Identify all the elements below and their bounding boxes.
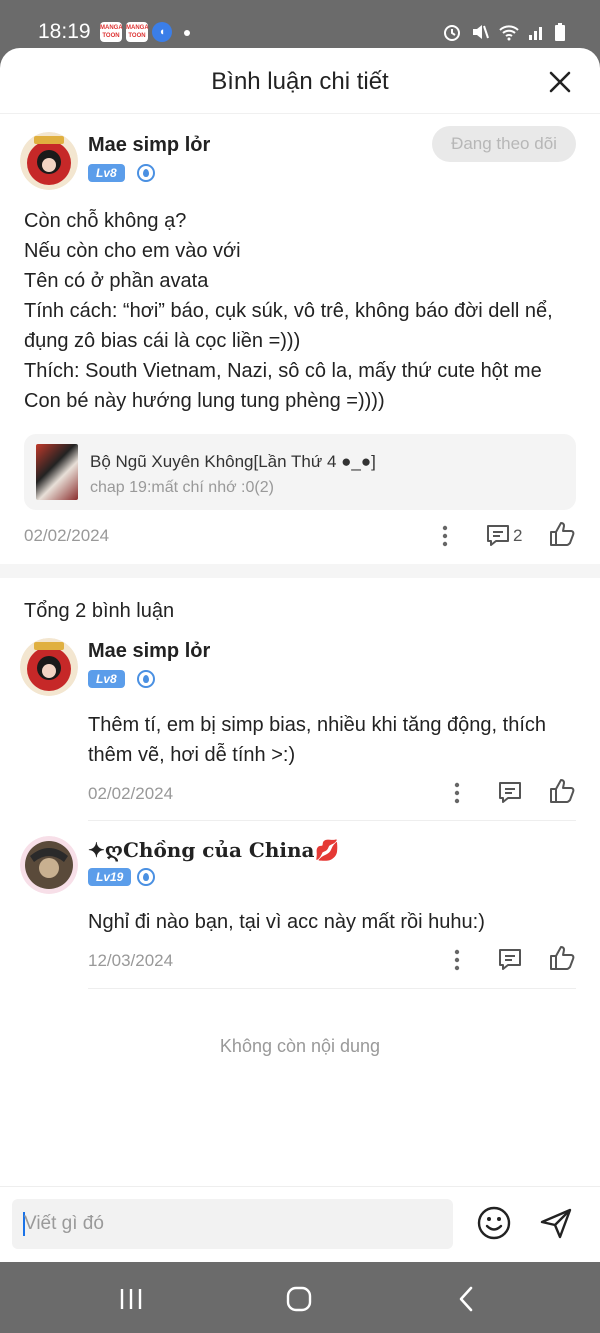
emoji-icon[interactable]: [476, 1205, 512, 1241]
reply-separator: [88, 820, 576, 821]
gem-badge-icon: [137, 670, 155, 688]
mute-icon: [473, 25, 489, 39]
comment-composer: [0, 1186, 600, 1262]
mangatoon-app-icon: MANGA TOON: [126, 22, 149, 42]
reply-date: 02/02/2024: [88, 784, 174, 803]
comment-input-box[interactable]: [12, 1199, 453, 1249]
story-title: Bộ Ngũ Xuyên Không[Lần Thứ 4 ●_●]: [90, 452, 376, 471]
referenced-story-card[interactable]: Bộ Ngũ Xuyên Không[Lần Thứ 4 ●_●] chap 1…: [24, 434, 576, 510]
home-icon[interactable]: [284, 1284, 314, 1314]
system-icons: [442, 22, 566, 42]
reply-line: thêm vẽ, hơi dễ tính >:): [88, 744, 296, 766]
shield-app-icon: ◖: [152, 22, 172, 42]
like-icon[interactable]: [548, 944, 576, 972]
post-line: Con bé này hướng lung tung phèng =)))): [24, 390, 385, 412]
level-badge: Lv8: [88, 670, 125, 688]
replies-total: Tổng 2 bình luận: [24, 600, 175, 622]
reply-icon[interactable]: [496, 779, 524, 807]
more-options-icon[interactable]: [443, 946, 471, 974]
gem-badge-icon: [137, 164, 155, 182]
comment-icon[interactable]: [484, 522, 512, 550]
reply-author-name[interactable]: Mae simp lỏr: [88, 640, 210, 663]
comment-input[interactable]: [24, 1199, 444, 1249]
wifi-icon: [499, 25, 519, 41]
story-chapter: chap 19:mất chí nhớ :0(2): [90, 479, 274, 496]
post-line: Còn chỗ không ạ?: [24, 210, 187, 232]
reply-line: Nghỉ đi nào bạn, tại vì acc này mất rồi …: [88, 911, 485, 933]
post-date: 02/02/2024: [24, 526, 110, 545]
post-line: Nếu còn cho em vào với: [24, 240, 241, 262]
no-more-content: Không còn nội dung: [219, 1036, 381, 1056]
more-options-icon[interactable]: [431, 522, 459, 550]
page-title: Bình luận chi tiết: [211, 68, 389, 95]
like-icon[interactable]: [548, 520, 576, 548]
gem-badge-icon: [137, 868, 155, 886]
story-cover-image: [36, 444, 78, 500]
reply-author-name[interactable]: ✦ღChồng của China💋: [88, 838, 339, 862]
send-icon[interactable]: [538, 1205, 574, 1241]
like-icon[interactable]: [548, 777, 576, 805]
more-options-icon[interactable]: [443, 779, 471, 807]
reply-line: Thêm tí, em bị simp bias, nhiều khi tăng…: [88, 714, 547, 736]
alarm-icon: [444, 25, 460, 41]
sheet-header: Bình luận chi tiết: [0, 48, 600, 114]
mangatoon-app-icon: MANGA TOON: [100, 22, 123, 42]
reply-content: Nghỉ đi nào bạn, tại vì acc này mất rồi …: [88, 907, 568, 937]
comment-detail-sheet: Bình luận chi tiết Mae simp lỏr Lv8 Đang…: [0, 48, 600, 1262]
reply-separator: [88, 988, 576, 989]
level-badge: Lv19: [88, 868, 132, 886]
reply-icon[interactable]: [496, 946, 524, 974]
comment-count: 2: [513, 526, 523, 545]
avatar[interactable]: [20, 132, 78, 190]
back-icon[interactable]: [452, 1284, 482, 1314]
status-time: 18:19: [38, 20, 91, 43]
post-line: Thích: South Vietnam, Nazi, sô cô la, mấ…: [24, 360, 542, 382]
signal-icon: [529, 27, 542, 40]
reply-content: Thêm tí, em bị simp bias, nhiều khi tăng…: [88, 710, 568, 770]
section-divider: [0, 564, 600, 578]
avatar[interactable]: [20, 638, 78, 696]
author-name[interactable]: Mae simp lỏr: [88, 134, 210, 157]
post-line: Tính cách: “hơi” báo, cụk súk, vô trê, k…: [24, 300, 553, 322]
notification-dot-icon: [184, 30, 190, 36]
battery-icon: [555, 23, 565, 41]
level-badge: Lv8: [88, 164, 125, 182]
recent-apps-icon[interactable]: [116, 1284, 146, 1314]
reply-date: 12/03/2024: [88, 951, 174, 970]
post-content: Còn chỗ không ạ? Nếu còn cho em vào với …: [24, 206, 576, 416]
post-line: đụng zô bias cái là cọc liền =))): [24, 330, 301, 352]
follow-button[interactable]: Đang theo dõi: [432, 126, 576, 162]
system-nav-bar: [0, 1262, 600, 1333]
post-line: Tên có ở phần avata: [24, 270, 209, 292]
close-icon[interactable]: [548, 70, 572, 94]
avatar[interactable]: [20, 836, 78, 894]
